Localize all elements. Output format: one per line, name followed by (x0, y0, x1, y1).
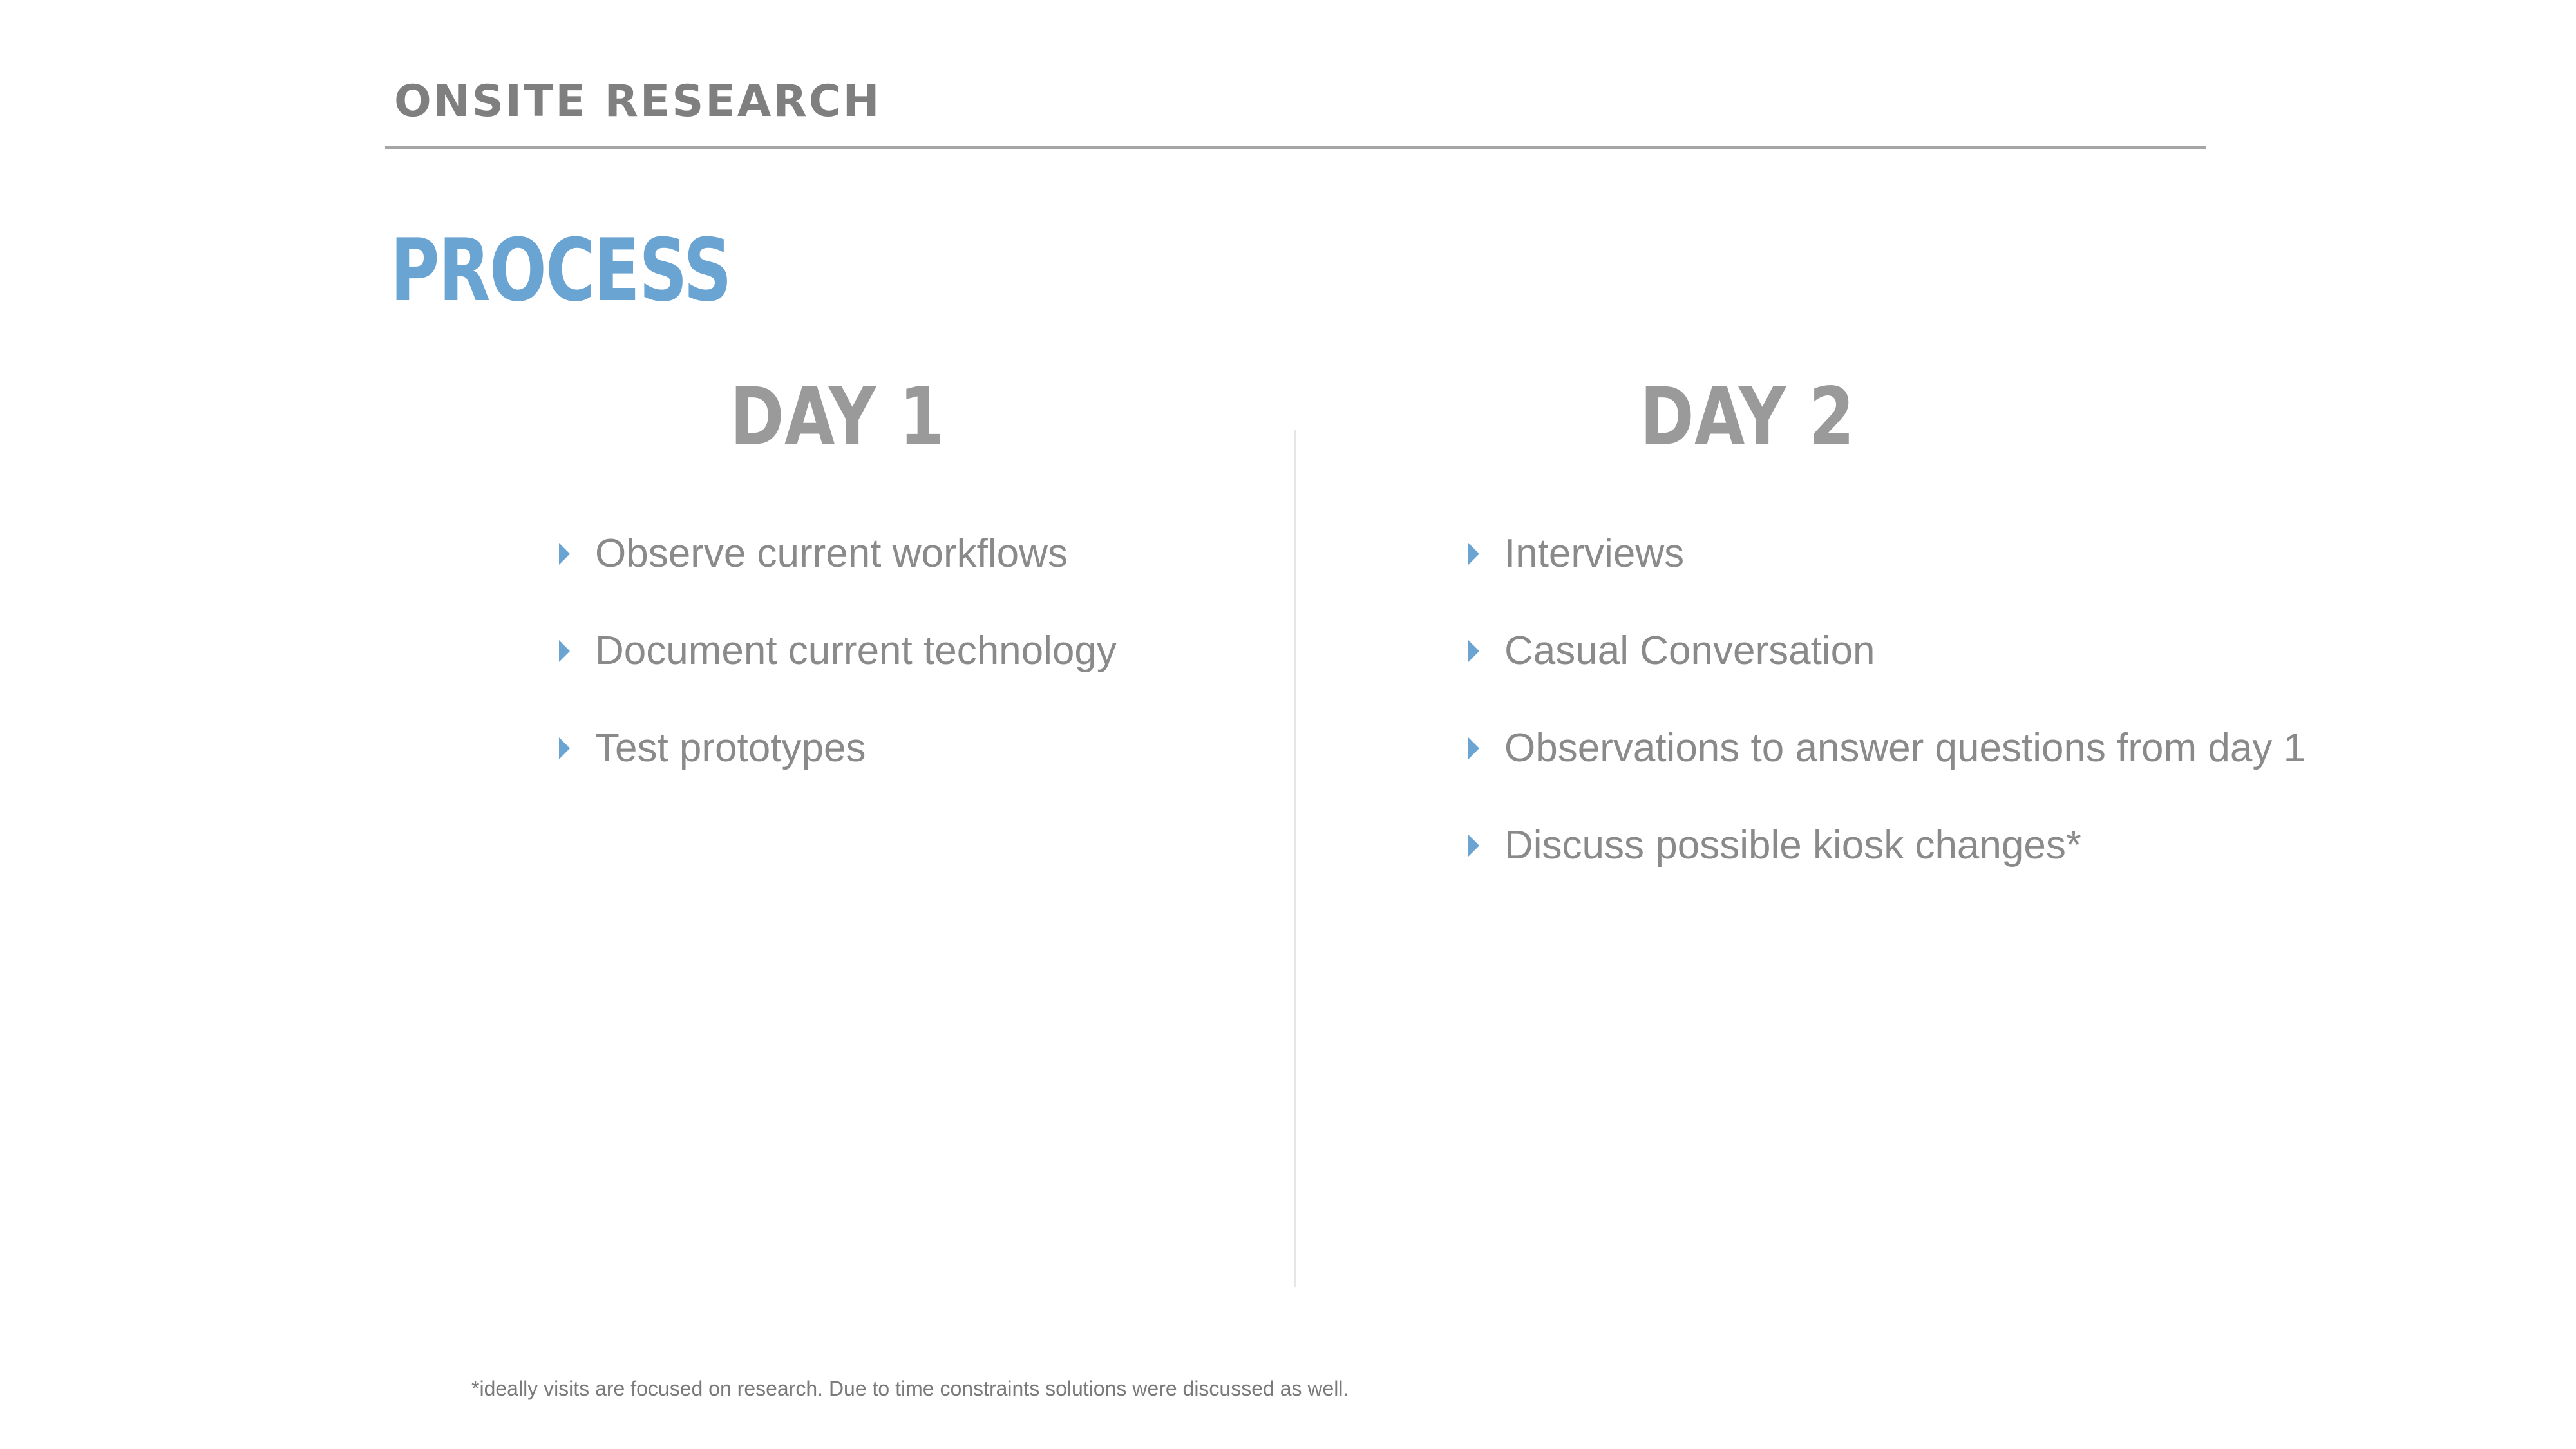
section-title: PROCESS (390, 220, 732, 321)
day2-item-text: Casual Conversation (1504, 629, 1875, 673)
caret-right-icon (1468, 543, 1479, 565)
caret-right-icon (1468, 835, 1479, 857)
caret-right-icon (559, 543, 570, 565)
header-title: ONSITE RESEARCH (394, 76, 882, 127)
caret-right-icon (559, 640, 570, 662)
footnote: *ideally visits are focused on research.… (471, 1377, 1349, 1400)
column-divider (1294, 430, 1296, 1287)
day1-heading: DAY 1 (730, 371, 945, 464)
caret-right-icon (559, 737, 570, 759)
day2-heading: DAY 2 (1640, 371, 1855, 464)
day2-item-text: Discuss possible kiosk changes* (1504, 823, 2081, 867)
header-rule (385, 146, 2206, 149)
day1-item-text: Document current technology (595, 629, 1117, 673)
slide: ONSITE RESEARCH PROCESS DAY 1 DAY 2 Obse… (0, 0, 2576, 1449)
day1-item-text: Test prototypes (595, 726, 866, 770)
day1-item-text: Observe current workflows (595, 531, 1068, 576)
caret-right-icon (1468, 737, 1479, 759)
day2-item-text: Observations to answer questions from da… (1504, 726, 2306, 770)
day2-item-text: Interviews (1504, 531, 1685, 576)
caret-right-icon (1468, 640, 1479, 662)
